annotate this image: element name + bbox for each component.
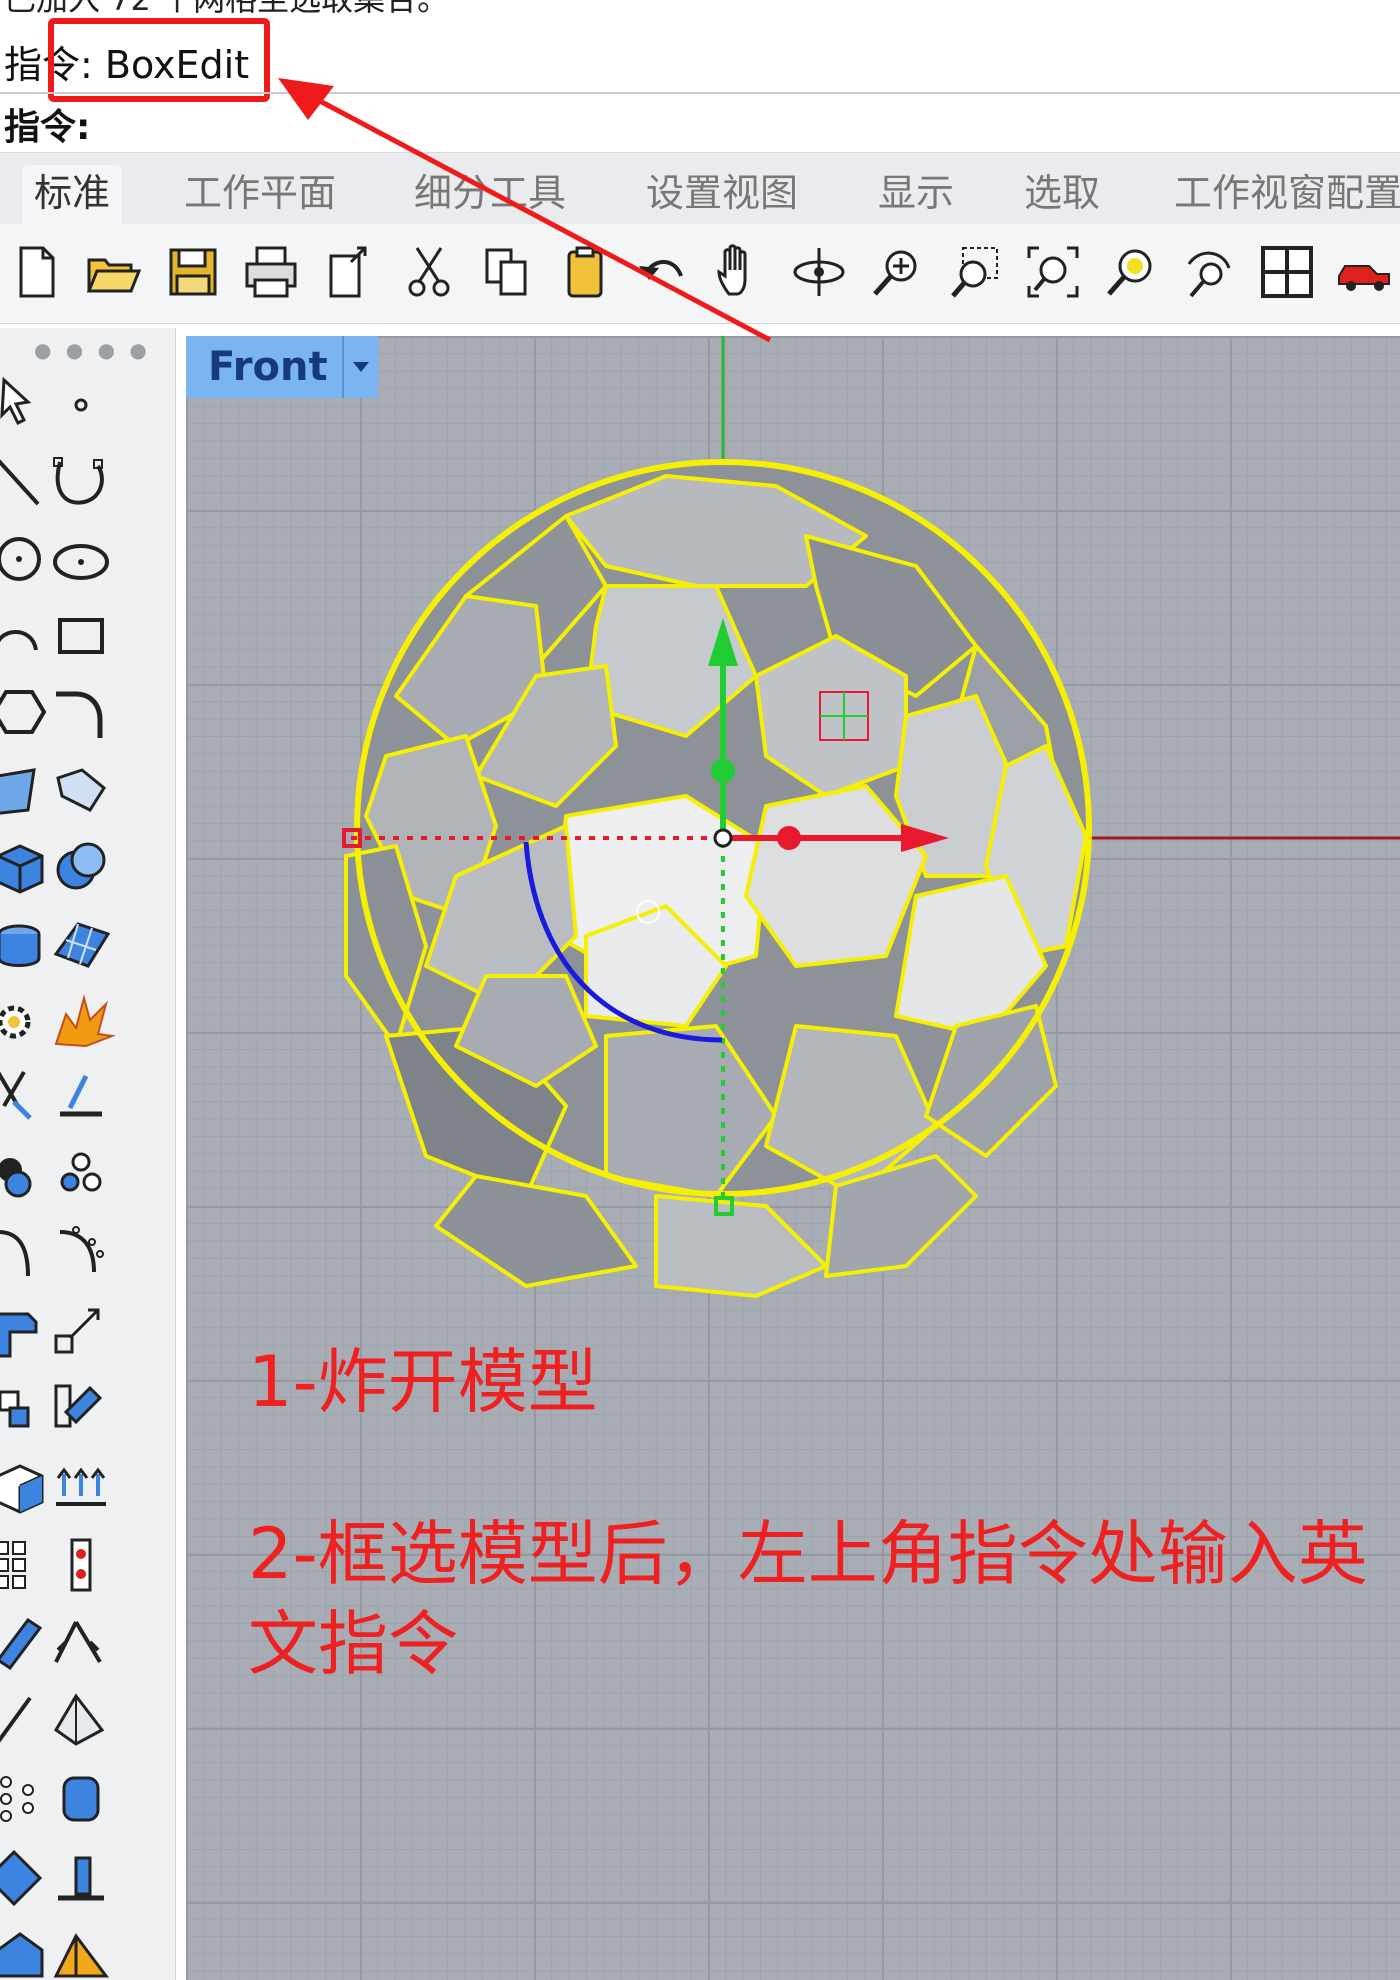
viewport-scene: [342, 336, 1400, 1298]
edit-points-icon[interactable]: [46, 1218, 116, 1288]
import-icon[interactable]: [316, 234, 386, 310]
explode-icon[interactable]: [46, 986, 116, 1056]
tab-set-view[interactable]: 设置视图: [634, 165, 810, 225]
pan-hand-icon[interactable]: [706, 234, 776, 310]
standard-toolbar: [0, 224, 1400, 324]
viewport-name: Front: [208, 344, 328, 390]
command-divider: [0, 92, 1400, 94]
fillet-curve-icon[interactable]: [46, 678, 116, 748]
point-icon[interactable]: [46, 370, 116, 440]
command-prompt-input[interactable]: 指令:: [4, 98, 90, 150]
tab-cplanes[interactable]: 工作平面: [172, 165, 348, 225]
command-history-line: 已加入 72 个网格至选取集合。: [4, 0, 449, 20]
chevron-down-icon[interactable]: [342, 336, 378, 398]
annotation-step-2-line2: 文指令: [248, 1603, 458, 1685]
rotate-camera-icon[interactable]: [1174, 234, 1244, 310]
dimension-icon[interactable]: [46, 1608, 116, 1678]
new-file-icon[interactable]: [2, 234, 72, 310]
tab-display[interactable]: 显示: [866, 165, 966, 225]
split-icon[interactable]: [46, 1062, 116, 1132]
sphere-icon[interactable]: [46, 832, 116, 902]
ungroup-icon[interactable]: [46, 1140, 116, 1210]
rotate-view-icon[interactable]: [784, 234, 854, 310]
left-toolbar: ● ● ● ●: [0, 328, 176, 1980]
undo-icon[interactable]: [628, 234, 698, 310]
open-folder-icon[interactable]: [78, 234, 148, 310]
loft-surface-icon[interactable]: [46, 756, 116, 826]
tab-select[interactable]: 选取: [1012, 165, 1112, 225]
tab-viewport-layout[interactable]: 工作视窗配置: [1162, 165, 1400, 225]
four-viewports-icon[interactable]: [1252, 234, 1322, 310]
print-icon[interactable]: [236, 234, 306, 310]
flow-along-icon[interactable]: [46, 1374, 116, 1444]
annotation-step-2-line1: 2-框选模型后，左上角指令处输入英: [248, 1513, 1368, 1595]
scale-icon[interactable]: [46, 1296, 116, 1366]
curve-icon[interactable]: [46, 448, 116, 518]
cone-icon[interactable]: [46, 1686, 116, 1756]
move-up-icon[interactable]: [46, 1452, 116, 1522]
rectangle-icon[interactable]: [46, 602, 116, 672]
zoom-window-icon[interactable]: [940, 234, 1010, 310]
front-viewport[interactable]: Front 1-炸开模型 2-框选模型后，左上角指令处输入英 文指令: [186, 336, 1400, 1980]
offset-icon[interactable]: [46, 1920, 116, 1980]
save-icon[interactable]: [158, 234, 228, 310]
car-icon[interactable]: [1330, 234, 1400, 310]
gumball-icon[interactable]: [46, 1530, 116, 1600]
toolbar-tabs: 标准 工作平面 细分工具 设置视图 显示 选取 工作视窗配置: [0, 152, 1400, 225]
tab-standard[interactable]: 标准: [22, 165, 123, 225]
boolean-icon[interactable]: [46, 1842, 116, 1912]
zoom-extents-icon[interactable]: [1018, 234, 1088, 310]
toolbar-grip[interactable]: ● ● ● ●: [34, 338, 151, 362]
annotation-highlight-box: [48, 18, 270, 102]
ellipse-icon[interactable]: [46, 524, 116, 594]
cut-icon[interactable]: [394, 234, 464, 310]
viewport-title-tab[interactable]: Front: [186, 336, 378, 398]
paste-icon[interactable]: [550, 234, 620, 310]
copy-icon[interactable]: [472, 234, 542, 310]
tab-subd-tools[interactable]: 细分工具: [402, 165, 578, 225]
zoom-icon[interactable]: [862, 234, 932, 310]
annotation-step-1: 1-炸开模型: [248, 1341, 598, 1423]
zoom-selected-icon[interactable]: [1096, 234, 1166, 310]
mesh-plane-icon[interactable]: [46, 910, 116, 980]
command-history: 已加入 72 个网格至选取集合。 指令: BoxEdit 指令:: [0, 0, 1400, 152]
cylinder-solid-icon[interactable]: [46, 1764, 116, 1834]
